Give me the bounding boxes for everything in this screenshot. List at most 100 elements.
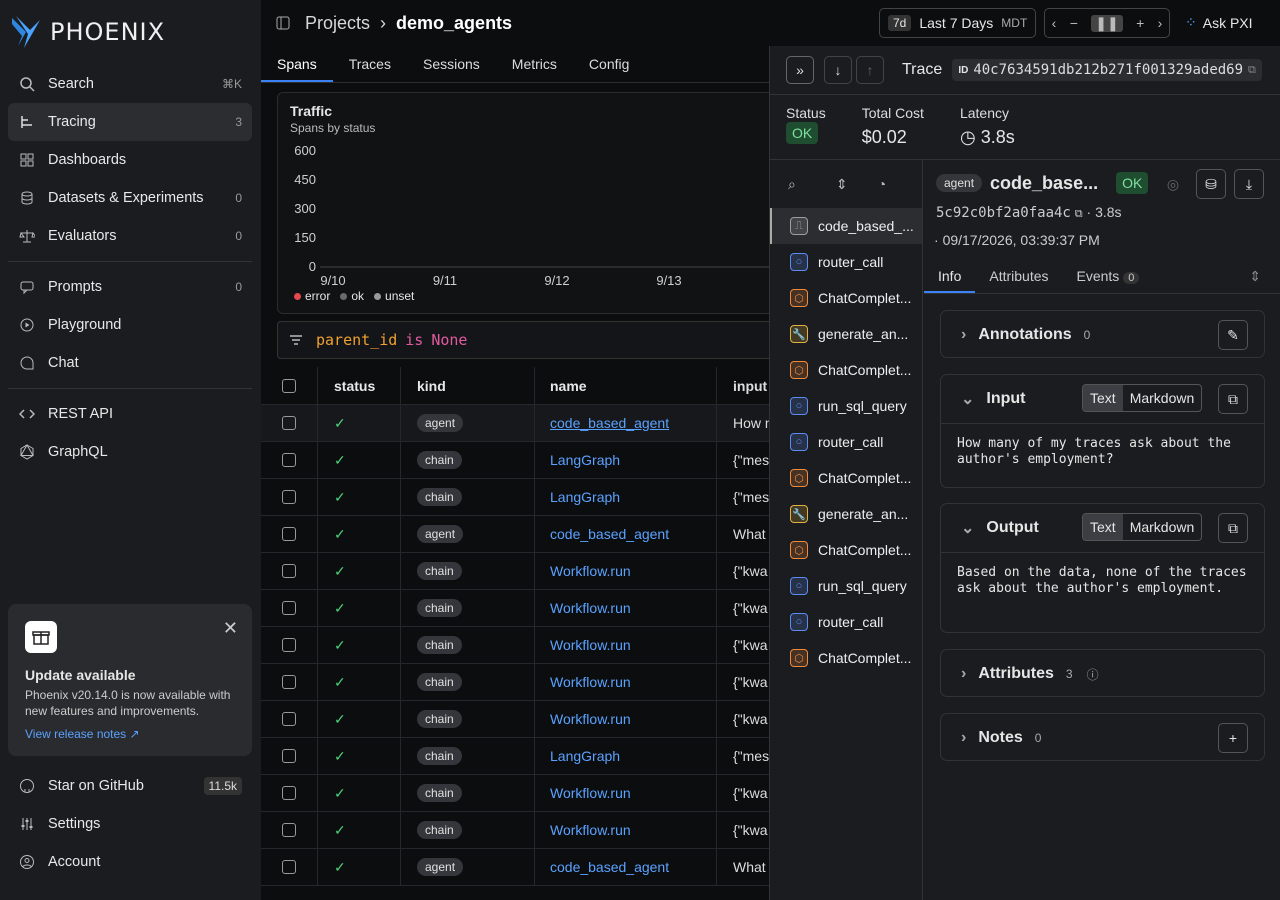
select-all-checkbox[interactable] [282, 378, 296, 393]
tab-metrics[interactable]: Metrics [496, 46, 573, 82]
timer-icon[interactable]: ◔ [878, 176, 886, 192]
row-checkbox[interactable] [282, 601, 296, 615]
text-format-button[interactable]: Text [1083, 385, 1123, 411]
table-row[interactable]: ✓ agent code_based_agent What [261, 849, 781, 886]
row-checkbox[interactable] [282, 527, 296, 541]
col-input[interactable]: input [717, 378, 767, 394]
tree-item[interactable]: 🔧 generate_an... [770, 316, 922, 352]
col-name[interactable]: name [535, 367, 717, 404]
row-checkbox[interactable] [282, 860, 296, 874]
markdown-format-button[interactable]: Markdown [1123, 385, 1202, 411]
row-checkbox[interactable] [282, 416, 296, 430]
tree-item[interactable]: ○ run_sql_query [770, 388, 922, 424]
sidebar-item-prompts[interactable]: Prompts 0 [8, 268, 252, 306]
table-row[interactable]: ✓ chain Workflow.run {"kwa [261, 553, 781, 590]
filter-input[interactable]: parent_id is None [277, 321, 797, 359]
span-name-link[interactable]: Workflow.run [550, 711, 631, 727]
table-row[interactable]: ✓ chain Workflow.run {"kwa [261, 701, 781, 738]
tab-traces[interactable]: Traces [333, 46, 407, 82]
sidebar-item-rest-api[interactable]: REST API [8, 395, 252, 433]
table-row[interactable]: ✓ agent code_based_agent What [261, 516, 781, 553]
copy-icon[interactable]: ⧉ [1075, 208, 1083, 220]
tree-item[interactable]: ⎍ code_based_... [770, 208, 922, 244]
edit-annotation-button[interactable]: ✎ [1218, 320, 1248, 350]
row-checkbox[interactable] [282, 712, 296, 726]
tab-spans[interactable]: Spans [261, 46, 333, 82]
row-checkbox[interactable] [282, 823, 296, 837]
copy-input-button[interactable]: ⧉ [1218, 384, 1248, 414]
tab-events[interactable]: Events 0 [1063, 260, 1154, 293]
tree-item[interactable]: ⬡ ChatComplet... [770, 460, 922, 496]
logo[interactable]: PHOENIX [10, 14, 165, 50]
sidebar-item-settings[interactable]: Settings [8, 805, 252, 843]
tab-config[interactable]: Config [573, 46, 645, 82]
collapse-panel-button[interactable]: » [786, 56, 814, 84]
row-checkbox[interactable] [282, 749, 296, 763]
row-checkbox[interactable] [282, 564, 296, 578]
markdown-format-button[interactable]: Markdown [1123, 514, 1202, 540]
sidebar-item-playground[interactable]: Playground [8, 306, 252, 344]
sidebar-item-search[interactable]: Search ⌘K [8, 65, 252, 103]
span-name-link[interactable]: Workflow.run [550, 600, 631, 616]
table-row[interactable]: ✓ chain LangGraph {"mes [261, 442, 781, 479]
table-row[interactable]: ✓ chain Workflow.run {"kwa [261, 812, 781, 849]
tree-item[interactable]: ○ router_call [770, 424, 922, 460]
release-notes-link[interactable]: View release notes ↗ [25, 727, 235, 741]
span-name-link[interactable]: LangGraph [550, 489, 620, 505]
sidebar-item-evaluators[interactable]: Evaluators 0 [8, 217, 252, 255]
ask-pxi-button[interactable]: ⁘ Ask PXI [1185, 14, 1253, 31]
annotations-header[interactable]: › Annotations 0 [941, 311, 1264, 359]
col-kind[interactable]: kind [401, 367, 535, 404]
attributes-header[interactable]: › Attributes 3 ⓘ [941, 650, 1264, 698]
span-name-link[interactable]: LangGraph [550, 748, 620, 764]
sidebar-item-dashboards[interactable]: Dashboards [8, 141, 252, 179]
row-checkbox[interactable] [282, 675, 296, 689]
span-name-link[interactable]: Workflow.run [550, 674, 631, 690]
row-checkbox[interactable] [282, 490, 296, 504]
text-format-button[interactable]: Text [1083, 514, 1123, 540]
trace-id-badge[interactable]: ID 40c7634591db212b271f001329aded69 ⧉ [952, 59, 1262, 81]
collapse-all-icon[interactable]: ⇕ [836, 176, 848, 193]
sidebar-toggle-icon[interactable] [275, 15, 291, 31]
sidebar-item-account[interactable]: Account [8, 843, 252, 881]
tab-attributes[interactable]: Attributes [975, 260, 1062, 293]
tree-item[interactable]: ○ router_call [770, 604, 922, 640]
breadcrumb-projects[interactable]: Projects [305, 13, 370, 34]
tab-sessions[interactable]: Sessions [407, 46, 496, 82]
expand-icon[interactable]: ⇕ [1249, 260, 1280, 293]
add-note-button[interactable]: + [1218, 723, 1248, 753]
table-row[interactable]: ✓ agent code_based_agent How m [261, 405, 781, 442]
tree-item[interactable]: ⬡ ChatComplet... [770, 640, 922, 676]
table-row[interactable]: ✓ chain Workflow.run {"kwa [261, 775, 781, 812]
sidebar-item-datasets[interactable]: Datasets & Experiments 0 [8, 179, 252, 217]
chevron-left-icon[interactable]: ‹ [1052, 15, 1057, 31]
table-row[interactable]: ✓ chain Workflow.run {"kwa [261, 664, 781, 701]
sidebar-item-graphql[interactable]: GraphQL [8, 433, 252, 471]
time-range-picker[interactable]: 7d Last 7 Days MDT [879, 8, 1037, 38]
table-row[interactable]: ✓ chain LangGraph {"mes [261, 738, 781, 775]
help-icon[interactable]: ⓘ [1087, 666, 1099, 683]
span-name-link[interactable]: code_based_agent [550, 526, 669, 542]
col-status[interactable]: status [318, 367, 401, 404]
minus-icon[interactable]: − [1070, 15, 1078, 31]
notes-header[interactable]: › Notes 0 [941, 714, 1264, 762]
close-icon[interactable]: ✕ [223, 618, 238, 639]
replay-icon[interactable]: ◎ [1158, 169, 1188, 199]
pause-icon[interactable]: ❚❚ [1091, 14, 1123, 32]
span-name-link[interactable]: LangGraph [550, 452, 620, 468]
tree-item[interactable]: 🔧 generate_an... [770, 496, 922, 532]
chevron-right-icon[interactable]: › [1158, 15, 1163, 31]
next-trace-button[interactable]: ↓ [824, 56, 852, 84]
table-row[interactable]: ✓ chain Workflow.run {"kwa [261, 627, 781, 664]
download-button[interactable]: ⤓ [1234, 169, 1264, 199]
tree-item[interactable]: ⬡ ChatComplet... [770, 352, 922, 388]
plus-icon[interactable]: + [1136, 15, 1144, 31]
span-name-link[interactable]: code_based_agent [550, 859, 669, 875]
copy-output-button[interactable]: ⧉ [1218, 513, 1248, 543]
search-icon[interactable]: ⌕ [788, 176, 796, 193]
tree-item[interactable]: ○ router_call [770, 244, 922, 280]
span-name-link[interactable]: Workflow.run [550, 637, 631, 653]
tree-item[interactable]: ⬡ ChatComplet... [770, 280, 922, 316]
row-checkbox[interactable] [282, 638, 296, 652]
sidebar-item-tracing[interactable]: Tracing 3 [8, 103, 252, 141]
